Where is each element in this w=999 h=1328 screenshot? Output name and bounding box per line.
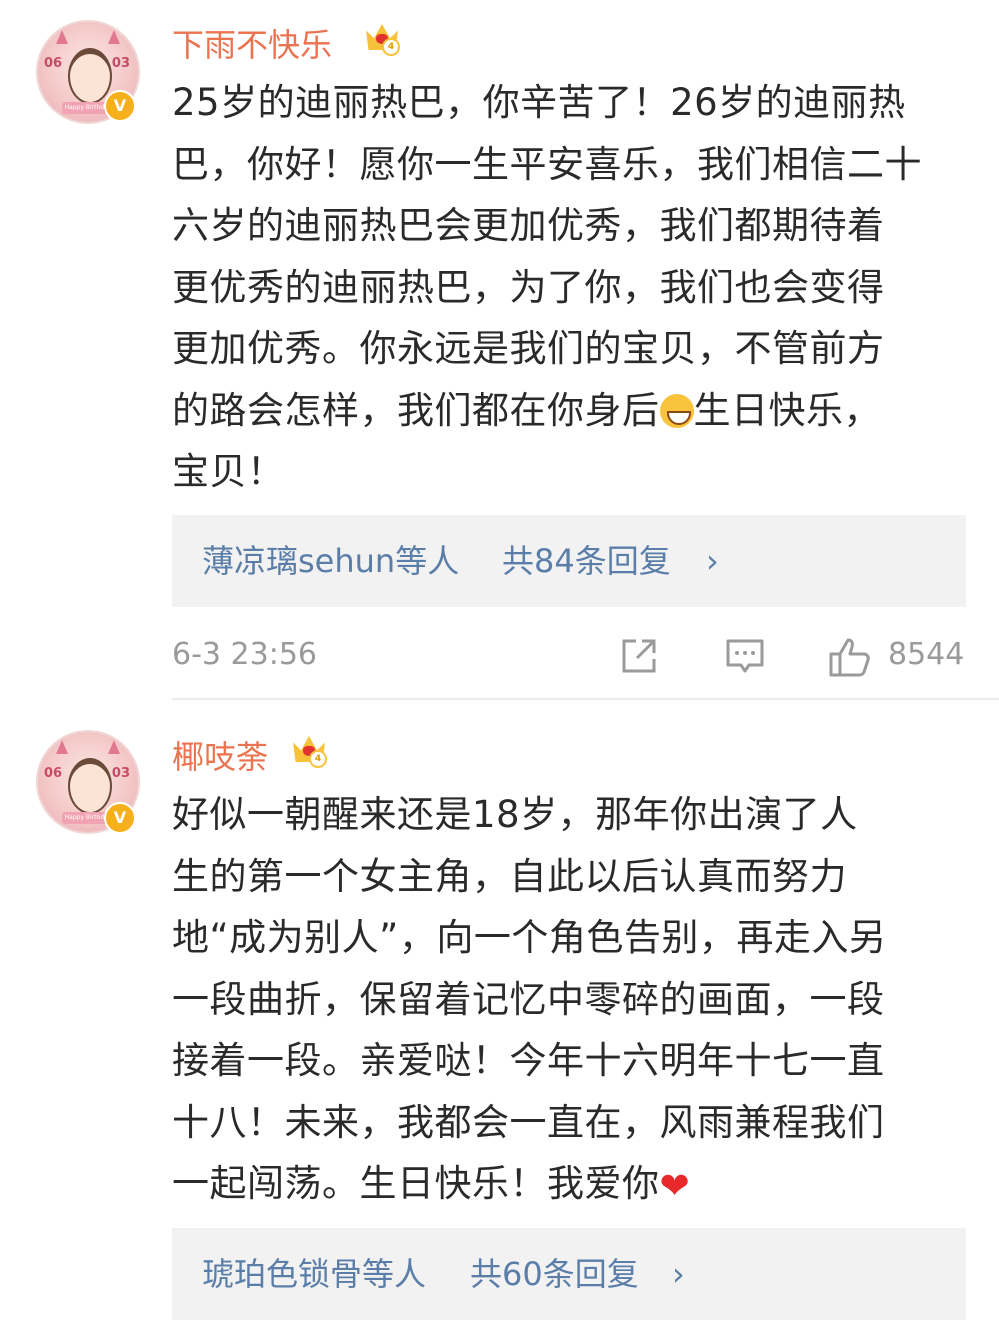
laughing-face-icon [659,393,694,428]
comment-line: 一段曲折，保留着记忆中零碎的画面，一段 [172,977,885,1021]
replies-link[interactable]: 琥珀色锁骨等人 共60条回复 › [172,1228,966,1320]
comment-line: 好似一朝醒来还是18岁，那年你出演了人 [172,793,858,836]
red-heart-icon: ❤ [659,1166,691,1207]
crown-level: 4 [382,38,400,56]
comment-line: 接着一段。亲爱哒！今年十六明年十七一直 [172,1039,885,1082]
crown-icon[interactable]: 4 [364,20,400,56]
timestamp: 6-3 23:56 [172,637,317,672]
reply-count: 共84条回复 [502,542,671,580]
username[interactable]: 椰吱荼 [172,732,268,778]
chevron-right-icon: › [672,1255,685,1293]
comment-icon[interactable] [725,637,765,675]
comment-line-text: 一起闯荡。生日快乐！我爱你 [172,1162,660,1205]
devil-horn-icon [56,740,68,754]
chevron-right-icon: › [706,542,719,580]
reply-count: 共60条回复 [470,1255,639,1293]
comment-line-text: 的路会怎样，我们都在你身后 [172,388,660,432]
comment-meta: 6-3 23:56 8544 [172,633,966,681]
devil-horn-icon [108,30,120,44]
avatar-date-right: 03 [111,56,130,71]
crown-level: 4 [309,750,327,768]
avatar-face [68,48,112,104]
comment-line-suffix: 生日快乐， [693,388,881,432]
comment-line: 更加优秀。你永远是我们的宝贝，不管前方 [172,327,885,370]
like-count: 8544 [888,637,965,672]
comment-item: 06 03 Happy Birthday V 椰吱荼 4 好似一朝醒来还是18岁… [0,700,999,1328]
verified-badge-icon: V [104,802,136,834]
comment-line: 十八！未来，我都会一直在，风雨兼程我们 [172,1100,885,1144]
share-icon[interactable] [620,637,658,675]
comment-line: 25岁的迪丽热巴，你辛苦了！26岁的迪丽热 [172,81,906,124]
username[interactable]: 下雨不快乐 [172,20,332,66]
comment-text: 好似一朝醒来还是18岁，那年你出演了人 生的第一个女主角，自此以后认真而努力 地… [172,784,972,1218]
verified-badge-icon: V [104,90,136,122]
devil-horn-icon [108,740,120,754]
thumbs-up-icon[interactable] [828,637,872,677]
crown-icon[interactable]: 4 [291,732,327,768]
comment-line: 宝贝！ [172,450,285,493]
comment-line: 更优秀的迪丽热巴，为了你，我们也会变得 [172,265,885,309]
comment-item: 06 03 Happy Birthday V 下雨不快乐 4 25岁的迪丽热巴，… [0,0,999,700]
replies-link[interactable]: 薄凉璃sehun等人 共84条回复 › [172,515,966,607]
comment-text: 25岁的迪丽热巴，你辛苦了！26岁的迪丽热 巴，你好！愿你一生平安喜乐，我们相信… [172,72,972,503]
comment-line: 生的第一个女主角，自此以后认真而努力 [172,854,847,898]
comment-line: 六岁的迪丽热巴会更加优秀，我们都期待着 [172,204,885,247]
reply-names: 琥珀色锁骨等人 [202,1255,427,1293]
avatar-date-left: 06 [44,56,63,71]
comment-line-with-emoji: 一起闯荡。生日快乐！我爱你❤ [172,1153,972,1218]
avatar-date-left: 06 [44,766,63,781]
reply-names: 薄凉璃sehun等人 [202,542,460,580]
avatar-date-right: 03 [111,766,130,781]
avatar-face [68,758,112,814]
devil-horn-icon [56,30,68,44]
comment-line: 巴，你好！愿你一生平安喜乐，我们相信二十 [172,142,922,186]
comment-line: 地“成为别人”，向一个角色告别，再走入另 [172,916,887,959]
comment-line-with-emoji: 的路会怎样，我们都在你身后 生日快乐， [172,380,972,442]
